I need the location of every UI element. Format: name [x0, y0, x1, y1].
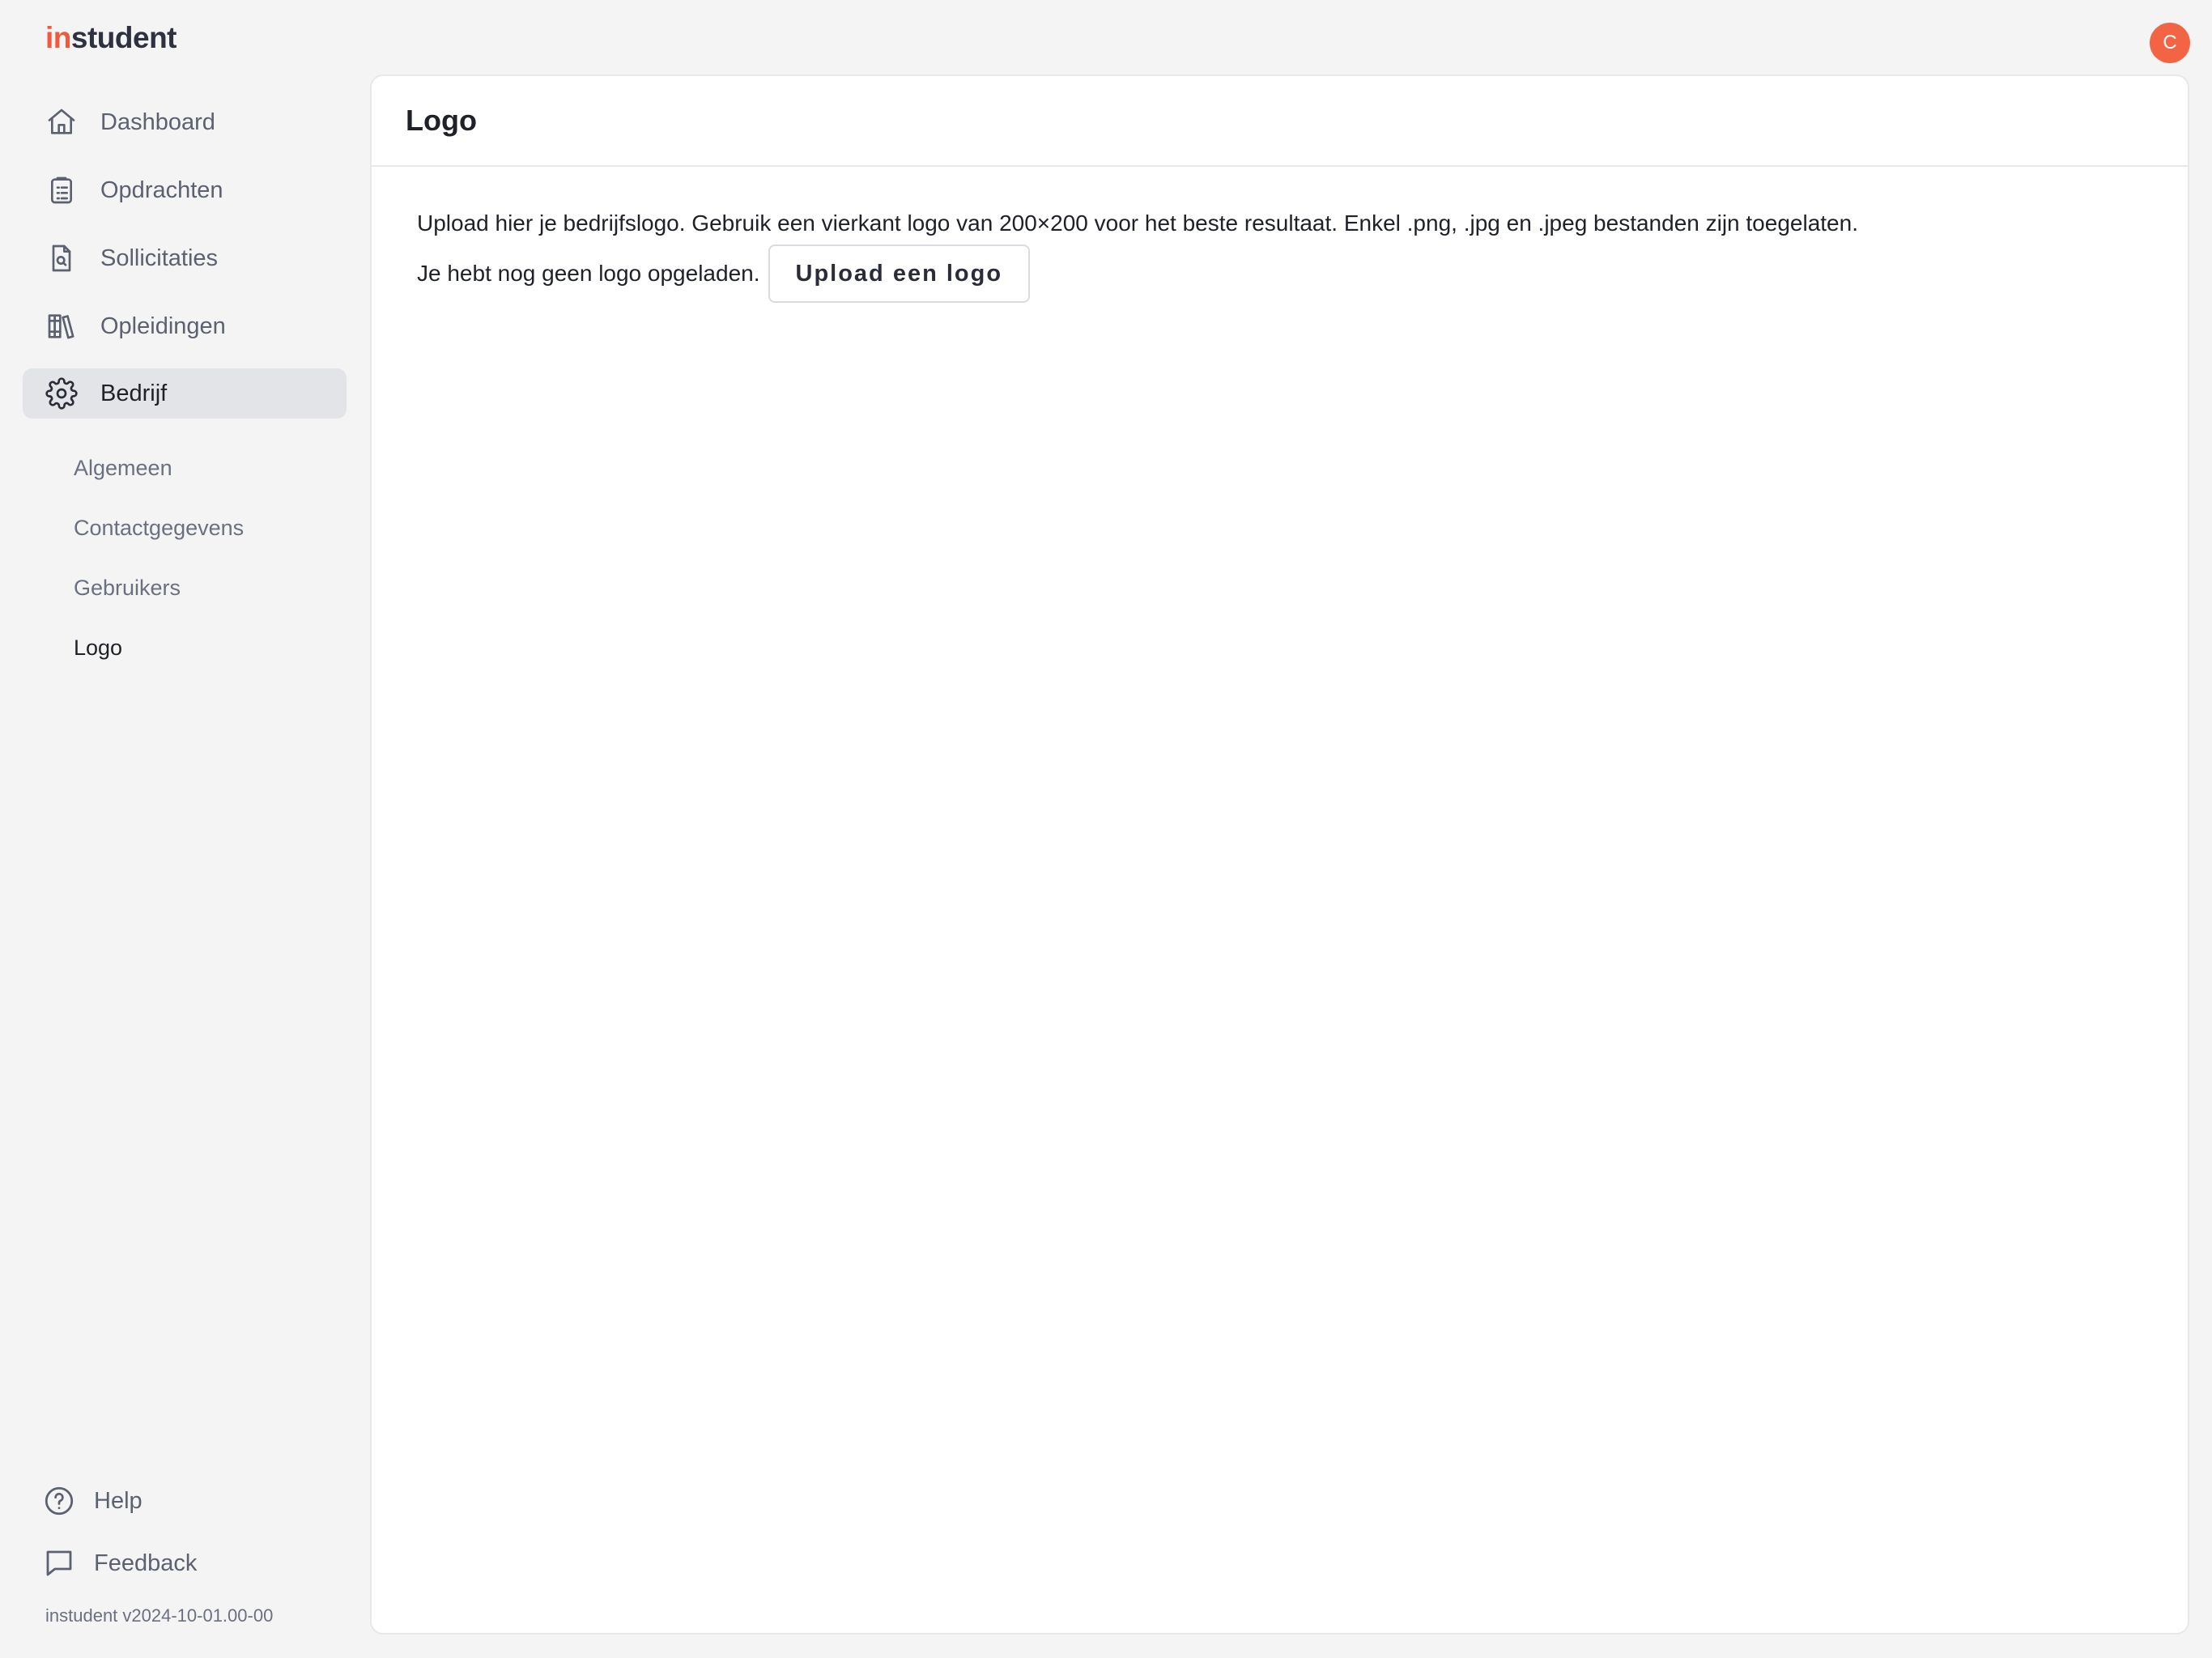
sidebar-item-dashboard[interactable]: Dashboard [23, 97, 347, 147]
document-search-icon [44, 240, 79, 276]
upload-logo-button[interactable]: Upload een logo [768, 244, 1031, 303]
user-avatar[interactable]: C [2150, 23, 2190, 63]
sidebar-item-sollicitaties[interactable]: Sollicitaties [23, 233, 347, 283]
sidebar-item-label: Dashboard [100, 108, 215, 135]
help-link[interactable]: Help [42, 1484, 143, 1518]
sidebar: Dashboard Opdrachten Sollicitaties Oplei… [0, 0, 369, 1658]
sidebar-item-opleidingen[interactable]: Opleidingen [23, 301, 347, 351]
upload-instructions: Upload hier je bedrijfslogo. Gebruik een… [417, 210, 1858, 236]
card-header: Logo [372, 76, 2188, 167]
home-icon [44, 104, 79, 140]
main-card: Logo Upload hier je bedrijfslogo. Gebrui… [370, 74, 2189, 1635]
subnav-item-logo[interactable]: Logo [74, 636, 122, 661]
sidebar-item-bedrijf[interactable]: Bedrijf [23, 368, 347, 419]
card-body: Upload hier je bedrijfslogo. Gebruik een… [372, 167, 2188, 303]
version-label: instudent v2024-10-01.00-00 [45, 1605, 274, 1626]
sidebar-item-label: Sollicitaties [100, 244, 219, 271]
subnav-item-gebruikers[interactable]: Gebruikers [74, 576, 181, 601]
clipboard-icon [44, 172, 79, 208]
chat-bubble-icon [46, 1550, 72, 1576]
help-label: Help [94, 1487, 143, 1514]
subnav-item-algemeen[interactable]: Algemeen [74, 456, 172, 481]
feedback-label: Feedback [94, 1550, 198, 1576]
help-circle-icon [45, 1486, 74, 1516]
sidebar-item-label: Opdrachten [100, 176, 223, 203]
gear-icon [44, 376, 79, 411]
feedback-link[interactable]: Feedback [42, 1546, 197, 1580]
sidebar-item-opdrachten[interactable]: Opdrachten [23, 165, 347, 215]
sidebar-item-label: Bedrijf [100, 380, 168, 406]
logo-status-text: Je hebt nog geen logo opgeladen. [417, 261, 760, 286]
books-icon [44, 308, 79, 344]
subnav-item-contactgegevens[interactable]: Contactgegevens [74, 516, 244, 541]
app-root: instudent C Dashboard Opdrachten Sollici… [0, 0, 2212, 1658]
sidebar-item-label: Opleidingen [100, 312, 226, 339]
page-title: Logo [406, 104, 477, 137]
upload-row: Je hebt nog geen logo opgeladen. Upload … [417, 244, 2188, 303]
